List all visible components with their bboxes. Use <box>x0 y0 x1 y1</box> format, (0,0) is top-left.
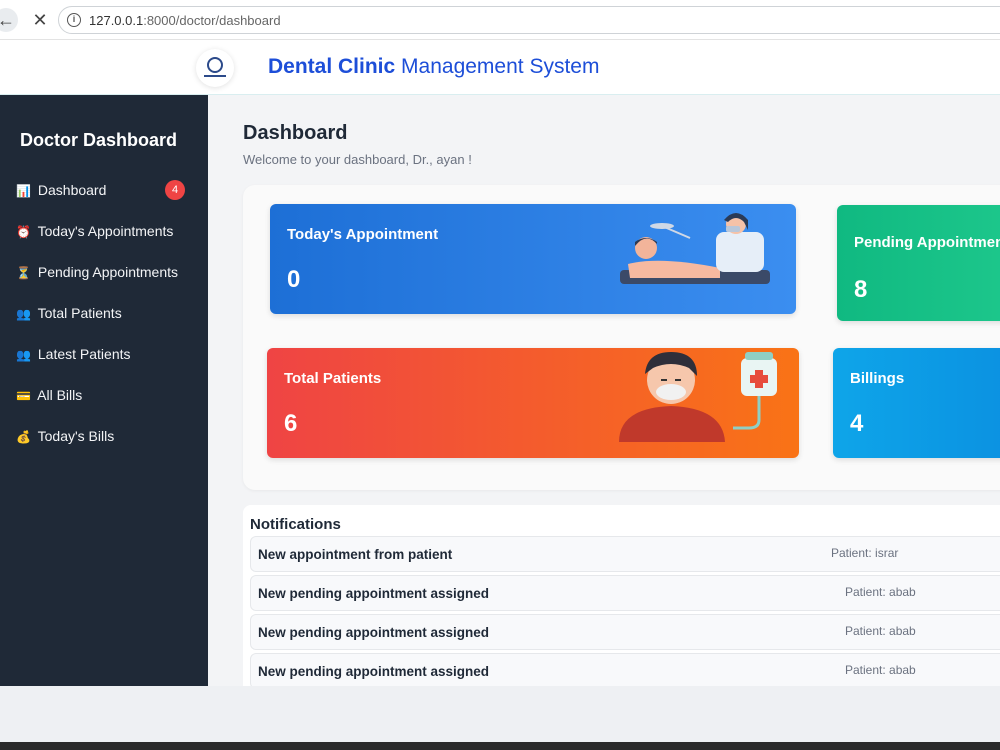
back-arrow-icon[interactable]: ← <box>0 8 18 32</box>
card-title: Today's Appointment <box>287 226 439 243</box>
dentist-illustration-icon <box>620 213 770 284</box>
app-title: Dental Clinic Management System <box>268 55 600 78</box>
clinic-logo[interactable] <box>196 49 234 87</box>
billings-card[interactable]: Billings 4 <box>833 348 1000 458</box>
app-header: Dental Clinic Management System <box>0 40 1000 95</box>
notification-patient: Patient: israr <box>831 546 899 560</box>
sidebar-item-todays-appointments[interactable]: ⏰ Today's Appointments <box>16 218 196 244</box>
main-content: Dashboard Welcome to your dashboard, Dr.… <box>208 95 1000 686</box>
notification-message: New pending appointment assigned <box>258 664 490 679</box>
info-icon[interactable]: i <box>67 13 81 27</box>
notification-item[interactable]: New pending appointment assigned Patient… <box>250 614 1000 650</box>
bar-chart-icon: 📊 <box>16 184 31 198</box>
todays-appointment-card[interactable]: Today's Appointment 0 <box>270 204 796 314</box>
notification-message: New pending appointment assigned <box>258 625 490 640</box>
close-icon[interactable]: ✕ <box>28 8 52 32</box>
welcome-message: Welcome to your dashboard, Dr., ayan ! <box>243 152 472 167</box>
browser-toolbar: ← ✕ i 127.0.0.1:8000/doctor/dashboard <box>0 0 1000 40</box>
users-icon: 👥 <box>16 348 31 362</box>
notification-count-badge: 4 <box>165 180 185 200</box>
patient-illustration-icon <box>619 352 777 442</box>
hourglass-icon: ⏳ <box>16 266 31 280</box>
card-value: 4 <box>850 410 864 437</box>
sidebar-item-label: Today's Bills <box>37 428 115 444</box>
sidebar-title: Doctor Dashboard <box>20 130 178 150</box>
sidebar-item-todays-bills[interactable]: 💰 Today's Bills <box>16 423 196 449</box>
url-text: 127.0.0.1:8000/doctor/dashboard <box>89 13 281 28</box>
notification-item[interactable]: New pending appointment assigned Patient… <box>250 653 1000 686</box>
alarm-clock-icon: ⏰ <box>16 225 31 239</box>
sidebar-item-label: Latest Patients <box>37 346 131 362</box>
credit-card-icon: 💳 <box>16 389 31 403</box>
total-patients-card[interactable]: Total Patients 6 <box>267 348 799 458</box>
notification-message: New appointment from patient <box>258 547 453 562</box>
page-title: Dashboard <box>243 122 348 144</box>
card-value: 6 <box>284 410 298 437</box>
stats-panel: Today's Appointment 0 Pending Appointmen… <box>243 185 1000 490</box>
sidebar-item-all-bills[interactable]: 💳 All Bills <box>16 382 196 408</box>
notifications-title: Notifications <box>250 516 341 533</box>
taskbar-strip <box>0 742 1000 750</box>
notification-patient: Patient: abab <box>845 585 916 599</box>
sidebar-item-label: Total Patients <box>37 305 122 321</box>
sidebar: Doctor Dashboard 📊 Dashboard 4 ⏰ Today's… <box>0 95 208 686</box>
notification-item[interactable]: New pending appointment assigned Patient… <box>250 575 1000 611</box>
pending-appointments-card[interactable]: Pending Appointments 8 <box>837 205 1000 321</box>
notification-item[interactable]: New appointment from patient Patient: is… <box>250 536 1000 572</box>
sidebar-item-label: Dashboard <box>37 182 107 198</box>
sidebar-item-label: Today's Appointments <box>37 223 174 239</box>
sidebar-item-total-patients[interactable]: 👥 Total Patients <box>16 300 196 326</box>
card-title: Total Patients <box>284 370 382 387</box>
notification-message: New pending appointment assigned <box>258 586 490 601</box>
address-bar[interactable]: i 127.0.0.1:8000/doctor/dashboard <box>58 6 1000 34</box>
card-title: Billings <box>850 370 905 387</box>
sidebar-item-pending-appointments[interactable]: ⏳ Pending Appointments <box>16 259 196 285</box>
notifications-panel: Notifications New appointment from patie… <box>243 505 1000 686</box>
sidebar-item-latest-patients[interactable]: 👥 Latest Patients <box>16 341 196 367</box>
card-value: 0 <box>287 266 301 293</box>
card-title: Pending Appointments <box>854 234 1000 251</box>
notification-patient: Patient: abab <box>845 624 916 638</box>
sidebar-item-label: Pending Appointments <box>37 264 178 280</box>
users-icon: 👥 <box>16 307 31 321</box>
notification-patient: Patient: abab <box>845 663 916 677</box>
sidebar-item-label: All Bills <box>37 387 83 403</box>
card-value: 8 <box>854 276 868 303</box>
money-bag-icon: 💰 <box>16 430 31 444</box>
